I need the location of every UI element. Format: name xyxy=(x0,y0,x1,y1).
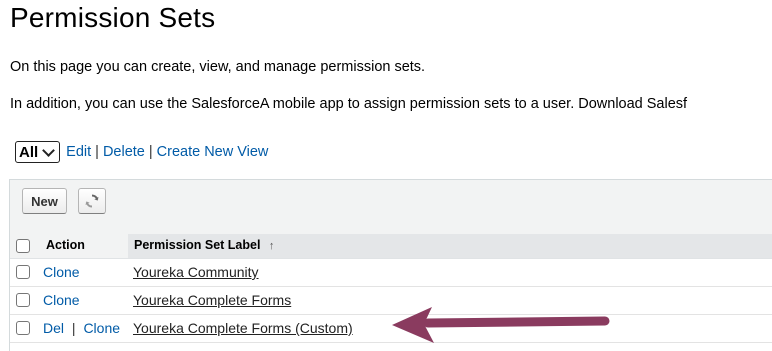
salesforcea-description: In addition, you can use the SalesforceA… xyxy=(10,96,688,112)
table-row: Del | Clone Youreka Complete Forms (Cust… xyxy=(10,315,772,343)
table-row: Clone Youreka Community xyxy=(10,259,772,287)
column-header-label-text: Permission Set Label xyxy=(134,238,261,252)
column-header-action: Action xyxy=(46,238,85,252)
clone-link[interactable]: Clone xyxy=(43,264,80,280)
page-title: Permission Sets xyxy=(10,2,216,33)
separator: | xyxy=(71,320,76,336)
table-row: Clone Youreka Complete Forms xyxy=(10,287,772,315)
chevron-down-icon xyxy=(42,143,56,157)
permission-sets-page: Permission Sets On this page you can cre… xyxy=(0,0,772,351)
delete-view-link[interactable]: Delete xyxy=(103,144,145,160)
view-select-value: All xyxy=(19,143,39,161)
create-new-view-link[interactable]: Create New View xyxy=(157,144,269,160)
table-header: Action Permission Set Label ↑ xyxy=(10,234,772,259)
separator: | xyxy=(95,144,99,160)
row-checkbox[interactable] xyxy=(16,293,30,307)
list-view-bar: All Edit | Delete | Create New View xyxy=(15,140,268,164)
row-checkbox[interactable] xyxy=(16,321,30,335)
permission-set-table: Action Permission Set Label ↑ Clone Your… xyxy=(10,234,772,351)
clone-link[interactable]: Clone xyxy=(83,320,120,336)
edit-view-link[interactable]: Edit xyxy=(66,144,91,160)
refresh-icon xyxy=(85,194,99,208)
refresh-button[interactable] xyxy=(78,188,106,214)
permission-set-link[interactable]: Youreka Complete Forms (Custom) xyxy=(133,320,353,336)
view-select[interactable]: All xyxy=(15,141,61,163)
clone-link[interactable]: Clone xyxy=(43,292,80,308)
separator: | xyxy=(148,144,153,160)
select-all-checkbox[interactable] xyxy=(16,239,30,253)
delete-link[interactable]: Del xyxy=(43,320,64,336)
column-header-permission-set-label[interactable]: Permission Set Label ↑ xyxy=(134,238,274,252)
page-description: On this page you can create, view, and m… xyxy=(10,59,426,75)
new-button[interactable]: New xyxy=(22,188,67,214)
permission-set-link[interactable]: Youreka Complete Forms xyxy=(133,292,291,308)
permission-set-link[interactable]: Youreka Community xyxy=(133,264,259,280)
row-checkbox[interactable] xyxy=(16,265,30,279)
permission-set-list: New Action Permission Set Label ↑ Clone … xyxy=(9,179,772,351)
list-toolbar: New xyxy=(10,180,772,234)
sort-ascending-icon: ↑ xyxy=(268,240,275,252)
